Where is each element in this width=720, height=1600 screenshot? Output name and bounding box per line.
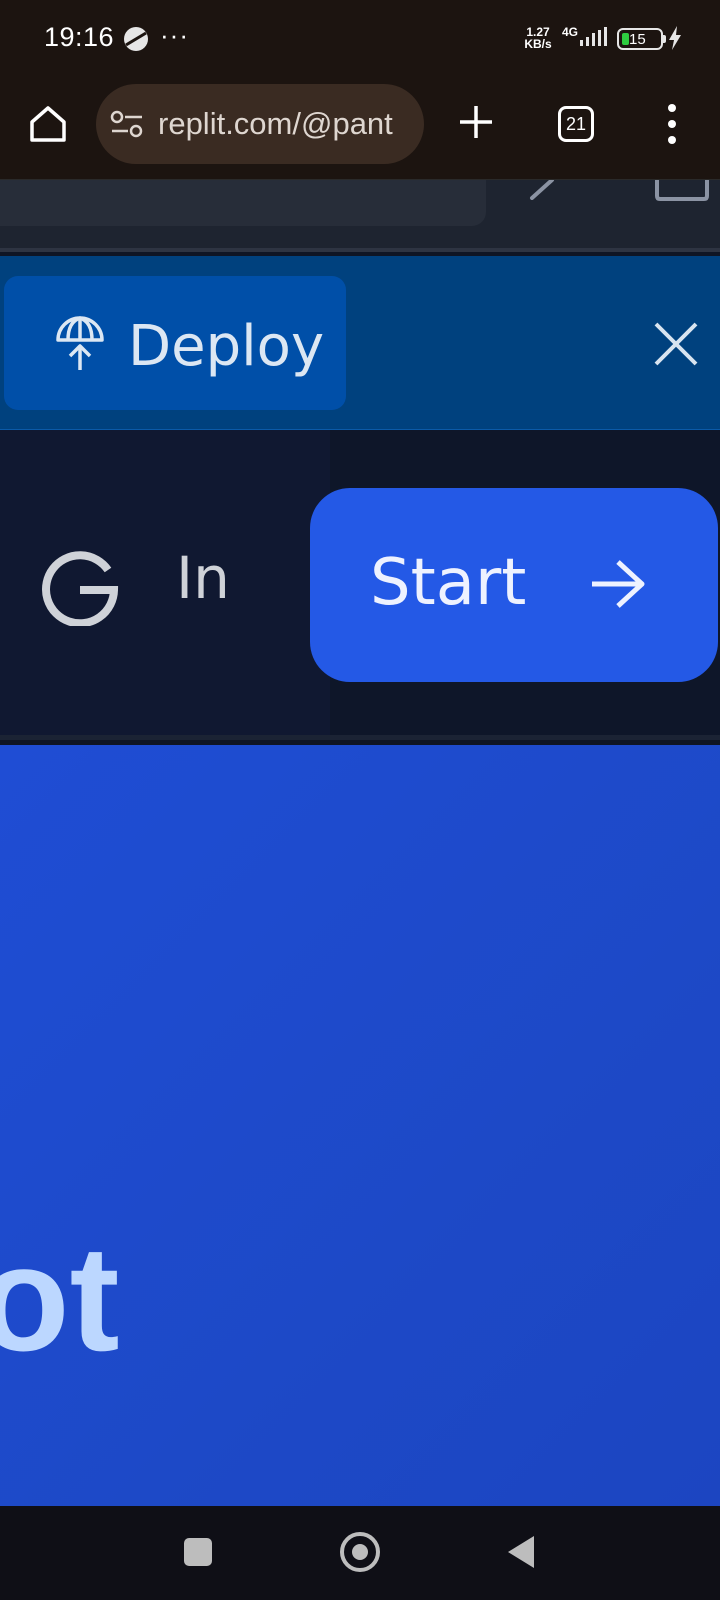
signal-strength-icon [580,27,607,46]
arrow-right-icon [592,560,645,608]
editor-input[interactable] [0,180,486,226]
more-menu-icon[interactable] [658,100,686,148]
attach-clip-icon[interactable] [528,180,568,200]
editor-top-strip [0,180,720,252]
status-bar: 19:16 ··· 1.27 KB/s 4G 15 [0,0,720,80]
expand-box-icon[interactable] [654,180,710,202]
system-navigation-bar [0,1506,720,1600]
auth-bar: In Start [0,430,720,740]
status-time: 19:16 [44,22,115,52]
more-notifications-icon: ··· [160,20,189,50]
network-speed: 1.27 KB/s [520,26,556,50]
network-speed-unit: KB/s [524,37,552,51]
battery-fill [622,33,629,45]
site-settings-icon[interactable] [110,109,144,139]
battery-icon: 15 [617,28,663,50]
hero-section: ot [0,745,720,1506]
charging-bolt-icon [669,26,681,50]
battery-tip [663,35,666,43]
deploy-button[interactable]: Deploy [4,276,346,410]
home-icon[interactable] [26,102,70,146]
back-icon[interactable] [506,1534,536,1570]
start-label: Start [370,546,527,620]
browser-toolbar: replit.com/@pant 21 [0,80,720,180]
battery-level: 15 [629,31,646,48]
network-type: 4G [562,25,579,39]
deploy-banner: Deploy [0,256,720,430]
deploy-label: Deploy [128,314,325,379]
notification-planet-icon [124,27,148,51]
deploy-icon [56,316,104,370]
login-link[interactable]: In [176,544,230,612]
close-icon[interactable] [650,318,702,370]
google-icon[interactable] [40,546,120,626]
url-bar[interactable]: replit.com/@pant [96,84,424,164]
hero-heading: ot [0,1214,120,1382]
url-text[interactable]: replit.com/@pant [158,106,416,142]
tab-switcher-button[interactable]: 21 [558,106,594,142]
start-button[interactable]: Start [310,488,718,682]
home-button-dot [352,1544,368,1560]
tab-count: 21 [565,114,587,134]
home-button[interactable] [340,1532,380,1572]
recents-button[interactable] [184,1538,212,1566]
new-tab-plus-icon[interactable] [456,102,496,142]
